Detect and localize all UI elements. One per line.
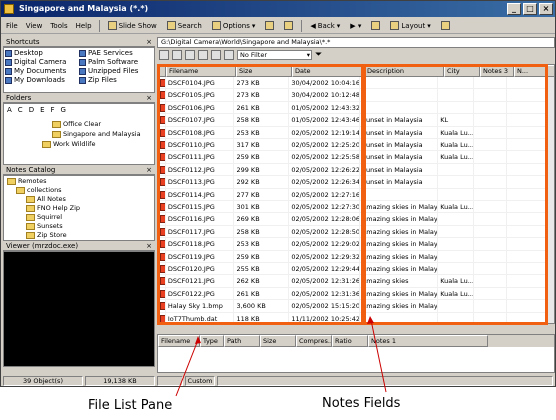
notes-arrow — [370, 319, 387, 393]
annotation-arrows — [175, 316, 387, 397]
file-list-arrowhead — [195, 336, 201, 344]
file-list-arrow — [175, 339, 199, 397]
notes-arrowhead — [367, 316, 374, 324]
notes-annotation: Notes Fields — [322, 396, 401, 411]
file-list-annotation: File List Pane — [88, 398, 173, 413]
